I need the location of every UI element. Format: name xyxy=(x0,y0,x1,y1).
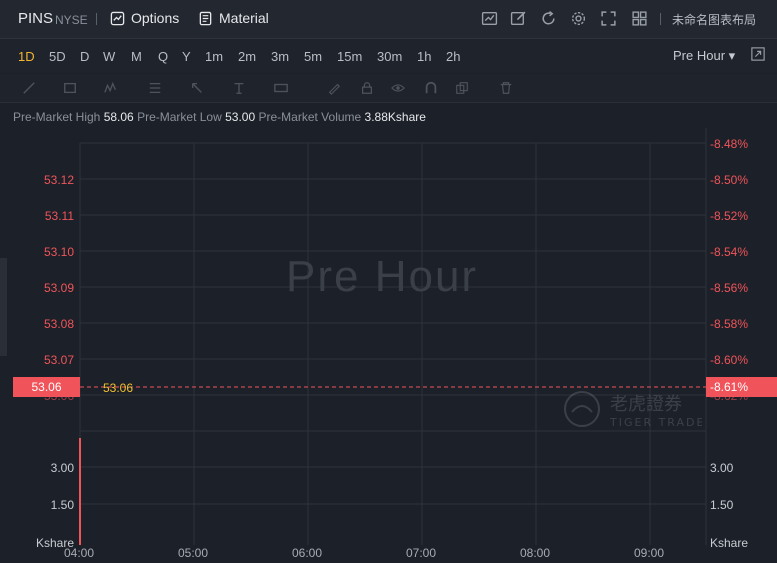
y-tick-right-partial: -8.62% xyxy=(710,389,749,403)
y-tick-left: 53.12 xyxy=(43,173,74,187)
y-tick-right: -8.50% xyxy=(710,173,749,187)
price-line-label: 53.06 xyxy=(103,381,134,395)
volume-tick-left: 3.00 xyxy=(50,461,74,475)
volume-tick-left: 1.50 xyxy=(50,498,74,512)
x-tick: 04:00 xyxy=(64,546,95,560)
volume-tick-right: 3.00 xyxy=(710,461,734,475)
x-tick: 08:00 xyxy=(520,546,551,560)
y-tick-right: -8.56% xyxy=(710,281,749,295)
y-tick-left: 53.10 xyxy=(43,245,74,259)
y-tick-right: -8.58% xyxy=(710,317,749,331)
x-tick: 09:00 xyxy=(634,546,665,560)
y-tick-right: -8.48% xyxy=(710,137,749,151)
y-tick-left: 53.11 xyxy=(44,209,74,223)
x-tick: 07:00 xyxy=(406,546,437,560)
volume-bar xyxy=(79,438,81,545)
tiger-trade-logo: 老虎證券 TIGER TRADE xyxy=(562,388,703,435)
volume-tick-right: Kshare xyxy=(710,536,749,550)
y-tick-left: 53.09 xyxy=(43,281,74,295)
x-tick: 05:00 xyxy=(178,546,209,560)
tiger-logo-icon: 老虎證券 TIGER TRADE xyxy=(564,391,703,429)
volume-tick-right: 1.50 xyxy=(710,498,734,512)
y-tick-right: -8.54% xyxy=(710,245,749,259)
brand-en: TIGER TRADE xyxy=(609,416,702,429)
y-tick-right: -8.60% xyxy=(710,353,749,367)
x-tick: 06:00 xyxy=(292,546,323,560)
brand-cn: 老虎證券 xyxy=(610,394,682,415)
y-tick-right: -8.52% xyxy=(710,209,749,223)
y-tick-left: 53.08 xyxy=(43,317,74,331)
y-tick-left-partial: 53.06 xyxy=(43,389,74,403)
y-tick-left: 53.07 xyxy=(43,353,74,367)
chart-watermark: Pre Hour xyxy=(286,252,479,301)
